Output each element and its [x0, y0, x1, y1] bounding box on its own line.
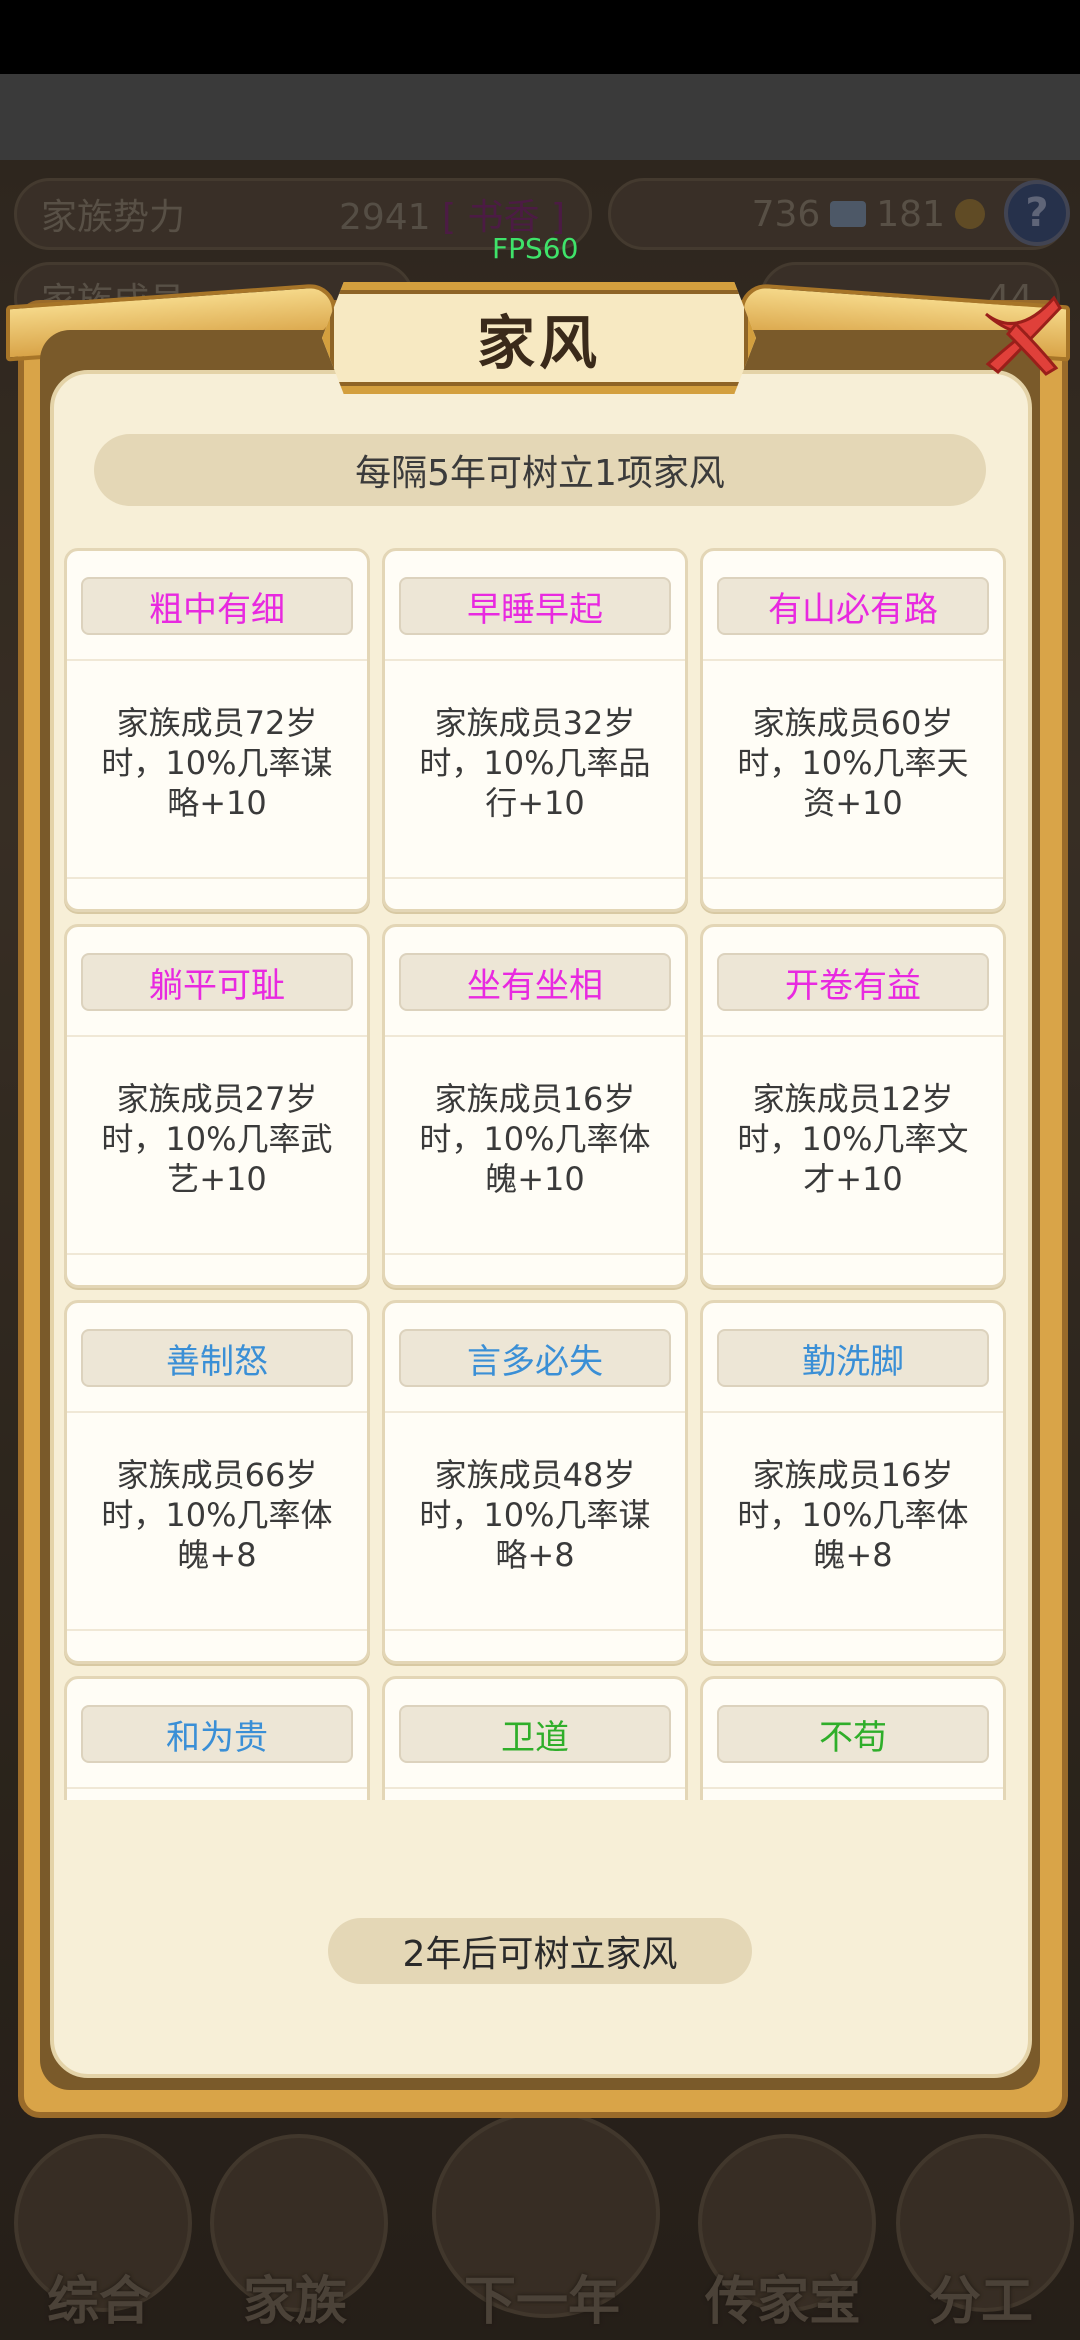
motto-description: 家族成员60岁时，10%几率天资+10 [737, 704, 969, 822]
motto-name: 粗中有细 [81, 577, 353, 635]
motto-description: 家族成员72岁时，10%几率谋略+10 [101, 704, 333, 822]
card-divider [703, 1629, 1003, 1631]
motto-name: 善制怒 [81, 1329, 353, 1387]
cooldown-banner: 2年后可树立家风 [328, 1918, 752, 1984]
motto-description: 家族成员12岁时，10%几率文才+10 [737, 1080, 969, 1198]
motto-card[interactable]: 不苟 [700, 1676, 1006, 1800]
card-divider [67, 1629, 367, 1631]
motto-card[interactable]: 卫道 [382, 1676, 688, 1800]
card-divider [67, 1035, 367, 1037]
motto-card[interactable]: 坐有坐相家族成员16岁时，10%几率体魄+10 [382, 924, 688, 1288]
card-divider [703, 877, 1003, 879]
card-divider [385, 1787, 685, 1789]
motto-description: 家族成员66岁时，10%几率体魄+8 [101, 1456, 333, 1574]
motto-description: 家族成员27岁时，10%几率武艺+10 [101, 1080, 333, 1198]
card-divider [67, 659, 367, 661]
fps-counter: FPS60 [492, 232, 579, 265]
card-divider [703, 1787, 1003, 1789]
card-divider [67, 877, 367, 879]
motto-description: 家族成员32岁时，10%几率品行+10 [419, 704, 651, 822]
motto-name: 早睡早起 [399, 577, 671, 635]
motto-card[interactable]: 言多必失家族成员48岁时，10%几率谋略+8 [382, 1300, 688, 1664]
motto-name: 言多必失 [399, 1329, 671, 1387]
motto-card[interactable]: 开卷有益家族成员12岁时，10%几率文才+10 [700, 924, 1006, 1288]
motto-card[interactable]: 躺平可耻家族成员27岁时，10%几率武艺+10 [64, 924, 370, 1288]
motto-card[interactable]: 早睡早起家族成员32岁时，10%几率品行+10 [382, 548, 688, 912]
card-divider [67, 1787, 367, 1789]
top-strip [0, 74, 1080, 160]
motto-name: 躺平可耻 [81, 953, 353, 1011]
card-divider [67, 1253, 367, 1255]
card-divider [385, 1411, 685, 1413]
motto-description: 家族成员16岁时，10%几率体魄+10 [419, 1080, 651, 1198]
motto-description: 家族成员16岁时，10%几率体魄+8 [737, 1456, 969, 1574]
motto-name: 不苟 [717, 1705, 989, 1763]
motto-name: 卫道 [399, 1705, 671, 1763]
card-divider [385, 877, 685, 879]
status-bar [0, 0, 1080, 74]
card-divider [385, 1253, 685, 1255]
close-icon [985, 295, 1062, 376]
card-divider [703, 1253, 1003, 1255]
card-divider [703, 659, 1003, 661]
card-divider [703, 1411, 1003, 1413]
motto-name: 开卷有益 [717, 953, 989, 1011]
motto-name: 和为贵 [81, 1705, 353, 1763]
card-divider [385, 659, 685, 661]
motto-card[interactable]: 勤洗脚家族成员16岁时，10%几率体魄+8 [700, 1300, 1006, 1664]
motto-name: 坐有坐相 [399, 953, 671, 1011]
card-divider [67, 1411, 367, 1413]
motto-card[interactable]: 粗中有细家族成员72岁时，10%几率谋略+10 [64, 548, 370, 912]
close-button[interactable] [968, 284, 1068, 384]
motto-grid[interactable]: 粗中有细 家族成员72岁时，10%几率谋略+10 早睡早起 家族成员32岁时，10%几… [64, 548, 1018, 1800]
dialog-title: 家风 [476, 309, 601, 377]
motto-name: 勤洗脚 [717, 1329, 989, 1387]
card-divider [385, 1629, 685, 1631]
motto-description: 家族成员48岁时，10%几率谋略+8 [419, 1456, 651, 1574]
interval-info-banner: 每隔5年可树立1项家风 [94, 434, 986, 506]
card-divider [385, 1035, 685, 1037]
motto-card[interactable]: 善制怒家族成员66岁时，10%几率体魄+8 [64, 1300, 370, 1664]
motto-card[interactable]: 和为贵 [64, 1676, 370, 1800]
card-divider [703, 1035, 1003, 1037]
dialog-title-plate: 家风 [322, 282, 756, 394]
motto-card[interactable]: 有山必有路家族成员60岁时，10%几率天资+10 [700, 548, 1006, 912]
motto-name: 有山必有路 [717, 577, 989, 635]
